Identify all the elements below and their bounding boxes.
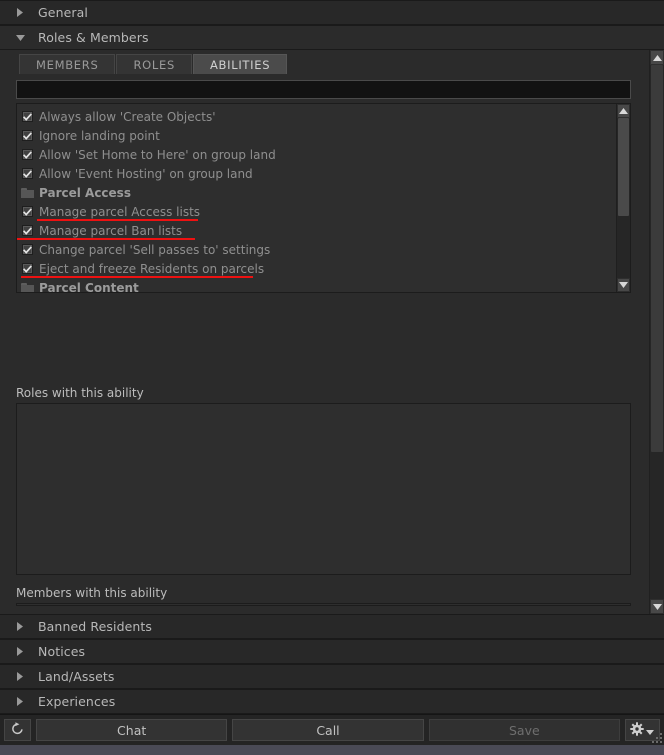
ability-row[interactable]: Allow 'Event Hosting' on group land	[17, 164, 616, 183]
call-button-label: Call	[316, 722, 340, 738]
abilities-list-panel: Always allow 'Create Objects' Ignore land…	[16, 103, 631, 293]
abilities-scrollbar[interactable]	[616, 104, 630, 292]
scroll-down-icon[interactable]	[617, 278, 630, 292]
search-box[interactable]	[16, 80, 631, 101]
accordion-general[interactable]: General	[0, 0, 664, 25]
panel-gap-lower	[0, 575, 649, 586]
ability-label: Change parcel 'Sell passes to' settings	[39, 242, 271, 257]
gear-icon	[630, 721, 645, 739]
refresh-button[interactable]	[4, 719, 31, 741]
accordion-banned-residents[interactable]: Banned Residents	[0, 614, 664, 639]
abilities-scroll-thumb[interactable]	[618, 118, 629, 216]
resize-grip[interactable]	[651, 732, 662, 743]
ability-row[interactable]: Allow 'Set Home to Here' on group land	[17, 145, 616, 164]
accordion-banned-residents-label: Banned Residents	[38, 619, 153, 634]
ability-checkbox[interactable]	[22, 263, 33, 274]
tab-members-label: MEMBERS	[36, 57, 99, 72]
refresh-icon	[11, 721, 24, 739]
ability-label: Parcel Content	[39, 280, 139, 293]
folder-icon	[21, 282, 34, 292]
panel-gap-upper	[0, 293, 649, 386]
folder-icon	[21, 187, 34, 198]
ability-label: Always allow 'Create Objects'	[39, 109, 216, 124]
ability-checkbox[interactable]	[22, 149, 33, 160]
accordion-roles-and-members-label: Roles & Members	[38, 30, 149, 45]
accordion-land-assets-label: Land/Assets	[38, 669, 115, 684]
chevron-right-icon	[13, 620, 27, 634]
accordion-general-label: General	[38, 5, 88, 20]
ability-group-row[interactable]: Parcel Access	[17, 183, 616, 202]
ability-row[interactable]: Manage parcel Access lists	[17, 202, 616, 221]
save-button-label: Save	[508, 722, 540, 738]
tab-members[interactable]: MEMBERS	[19, 54, 116, 74]
ability-checkbox[interactable]	[22, 168, 33, 179]
search-input[interactable]	[17, 83, 630, 101]
bottom-toolbar: Chat Call Save	[0, 714, 664, 745]
ability-row[interactable]: Manage parcel Ban lists	[17, 221, 616, 240]
ability-checkbox[interactable]	[22, 111, 33, 122]
accordion-notices[interactable]: Notices	[0, 639, 664, 664]
ability-row[interactable]: Always allow 'Create Objects'	[17, 107, 616, 126]
scroll-up-icon[interactable]	[617, 104, 630, 118]
tab-roles[interactable]: ROLES	[116, 54, 192, 74]
members-with-ability-list[interactable]	[16, 603, 631, 606]
abilities-list[interactable]: Always allow 'Create Objects' Ignore land…	[17, 104, 616, 292]
roles-and-members-panel: MEMBERS ROLES ABILITIES Always allow 'Cr…	[0, 50, 664, 614]
chevron-right-icon	[13, 695, 27, 709]
save-button[interactable]: Save	[428, 719, 620, 741]
ability-label: Manage parcel Ban lists	[39, 223, 183, 238]
members-with-ability-label: Members with this ability	[16, 586, 168, 600]
accordion-experiences[interactable]: Experiences	[0, 689, 664, 714]
roles-and-members-content: MEMBERS ROLES ABILITIES Always allow 'Cr…	[0, 50, 649, 614]
ability-checkbox[interactable]	[22, 225, 33, 236]
ability-group-row[interactable]: Parcel Content	[17, 278, 616, 292]
chevron-right-icon	[13, 6, 27, 20]
chat-button[interactable]: Chat	[36, 719, 228, 741]
chat-button-label: Chat	[117, 722, 147, 738]
accordion-land-assets[interactable]: Land/Assets	[0, 664, 664, 689]
panel-scroll-thumb[interactable]	[651, 65, 663, 452]
abilities-scroll-track[interactable]	[617, 118, 630, 278]
accordion-roles-and-members[interactable]: Roles & Members	[0, 25, 664, 50]
ability-checkbox[interactable]	[22, 206, 33, 217]
tab-bar: MEMBERS ROLES ABILITIES	[0, 52, 649, 74]
call-button[interactable]: Call	[232, 719, 424, 741]
panel-scroll-track[interactable]	[650, 65, 664, 599]
panel-scroll-up-icon[interactable]	[650, 50, 664, 65]
tab-abilities[interactable]: ABILITIES	[192, 54, 288, 74]
ability-label: Eject and freeze Residents on parcels	[39, 261, 265, 276]
ability-row[interactable]: Change parcel 'Sell passes to' settings	[17, 240, 616, 259]
ability-checkbox[interactable]	[22, 244, 33, 255]
ability-label: Ignore landing point	[39, 128, 160, 143]
tab-abilities-label: ABILITIES	[209, 57, 271, 72]
tab-roles-label: ROLES	[133, 57, 175, 72]
ability-label: Parcel Access	[39, 185, 131, 200]
chevron-down-icon	[13, 31, 27, 45]
chevron-right-icon	[13, 645, 27, 659]
panel-scrollbar[interactable]	[649, 50, 664, 614]
ability-row[interactable]: Ignore landing point	[17, 126, 616, 145]
search-row	[0, 74, 649, 101]
ability-label: Allow 'Set Home to Here' on group land	[39, 147, 276, 162]
panel-scroll-down-icon[interactable]	[650, 599, 664, 614]
roles-with-ability-list[interactable]	[16, 403, 631, 575]
accordion-notices-label: Notices	[38, 644, 86, 659]
accordion-experiences-label: Experiences	[38, 694, 116, 709]
ability-checkbox[interactable]	[22, 130, 33, 141]
roles-with-ability-label: Roles with this ability	[16, 386, 144, 400]
ability-label: Allow 'Event Hosting' on group land	[39, 166, 253, 181]
group-profile-window: General Roles & Members MEMBERS ROLES AB…	[0, 0, 664, 745]
ability-label: Manage parcel Access lists	[39, 204, 201, 219]
ability-row[interactable]: Eject and freeze Residents on parcels	[17, 259, 616, 278]
chevron-right-icon	[13, 670, 27, 684]
